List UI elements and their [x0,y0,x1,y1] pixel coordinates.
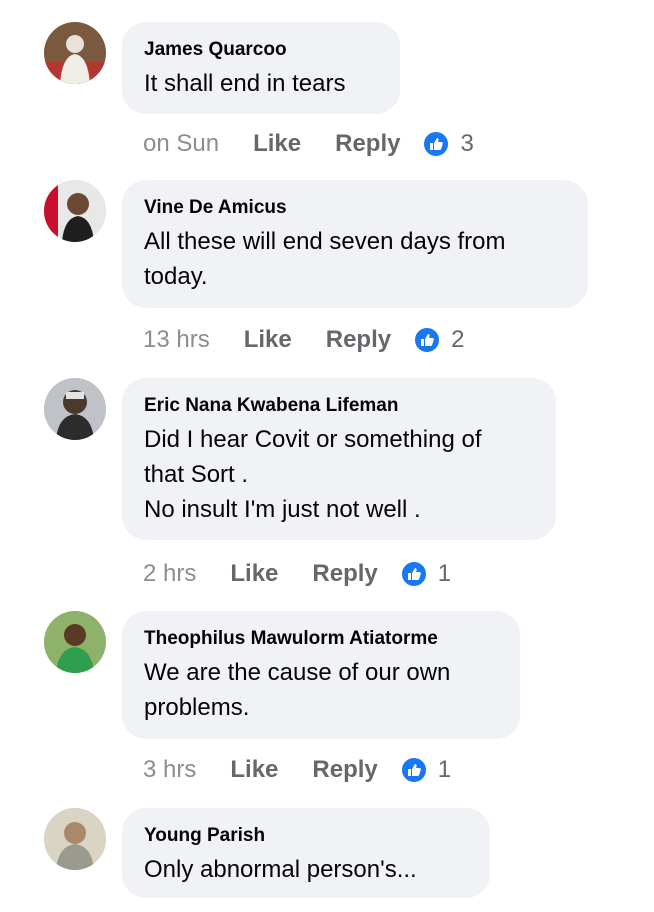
comment-text: Only abnormal person's... [144,856,417,883]
reaction-summary[interactable]: 1 [399,560,452,588]
avatar[interactable] [44,808,106,870]
reply-button[interactable]: Reply [312,756,377,784]
reaction-count: 2 [451,326,465,353]
person-avatar-icon [44,378,106,440]
comment-bubble: Eric Nana Kwabena Lifeman Did I hear Cov… [122,378,556,540]
comment-author[interactable]: Eric Nana Kwabena Lifeman [144,394,534,418]
reaction-summary[interactable]: 3 [422,130,474,158]
comment-actions: 13 hrs Like Reply 2 [143,323,464,357]
person-avatar-icon [44,611,106,673]
thumbs-up-icon [413,326,442,354]
like-button[interactable]: Like [230,756,278,784]
like-button[interactable]: Like [230,560,278,588]
reply-button[interactable]: Reply [326,326,391,354]
person-avatar-icon [44,808,106,870]
comment-actions: 2 hrs Like Reply 1 [143,557,451,591]
comment-text: All these will end seven days from today… [144,228,506,290]
comment-author[interactable]: Vine De Amicus [144,196,566,220]
person-avatar-icon [44,22,106,84]
reaction-summary[interactable]: 1 [399,756,452,784]
comment-time[interactable]: 13 hrs [143,326,210,354]
comment-actions: 3 hrs Like Reply 1 [143,753,451,787]
comment-author[interactable]: James Quarcoo [144,38,378,62]
comment-text: It shall end in tears [144,70,346,97]
like-button[interactable]: Like [244,326,292,354]
avatar[interactable] [44,180,106,242]
person-avatar-icon [44,180,106,242]
comment-text: Did I hear Covit or something of that So… [144,426,482,523]
comment-bubble: James Quarcoo It shall end in tears [122,22,400,114]
comment-time[interactable]: 2 hrs [143,560,196,588]
like-button[interactable]: Like [253,130,301,158]
comment-time[interactable]: on Sun [143,130,219,158]
comment-bubble: Vine De Amicus All these will end seven … [122,180,588,308]
avatar[interactable] [44,22,106,84]
comment-actions: on Sun Like Reply 3 [143,127,474,161]
comment-author[interactable]: Young Parish [144,824,468,848]
reaction-summary[interactable]: 2 [413,326,464,354]
thumbs-up-icon [399,560,428,588]
avatar[interactable] [44,611,106,673]
thumbs-up-icon [422,130,451,158]
reaction-count: 1 [437,560,452,587]
comment-text: We are the cause of our own problems. [144,659,451,721]
reply-button[interactable]: Reply [335,130,400,158]
reaction-count: 1 [437,756,452,783]
reaction-count: 3 [460,130,474,157]
comment-time[interactable]: 3 hrs [143,756,196,784]
comment-author[interactable]: Theophilus Mawulorm Atiatorme [144,627,498,651]
comment-bubble: Young Parish Only abnormal person's... [122,808,490,898]
reply-button[interactable]: Reply [312,560,377,588]
avatar[interactable] [44,378,106,440]
comment-bubble: Theophilus Mawulorm Atiatorme We are the… [122,611,520,739]
thumbs-up-icon [399,756,428,784]
